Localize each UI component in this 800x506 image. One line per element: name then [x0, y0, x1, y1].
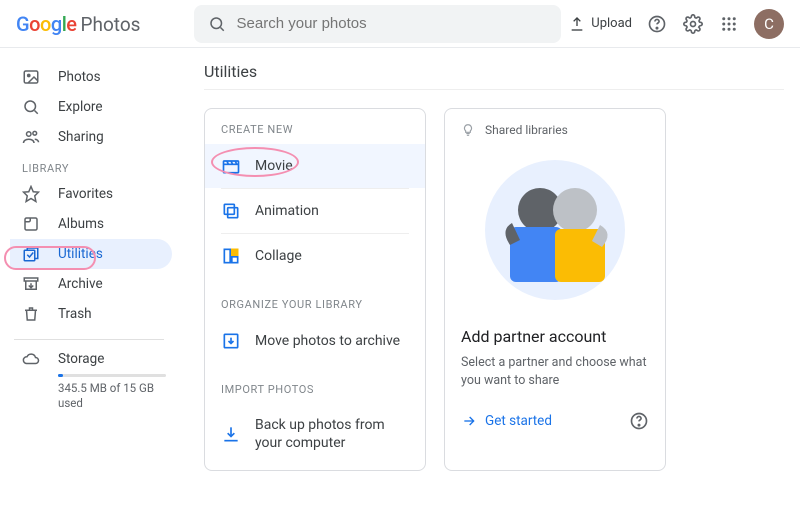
album-icon: [22, 215, 40, 233]
divider: [204, 89, 784, 90]
storage-bar: [58, 374, 166, 377]
archive-move-icon: [221, 331, 241, 351]
archive-icon: [22, 275, 40, 293]
header: Google Photos Upload C: [0, 0, 800, 48]
sidebar-item-label: Sharing: [58, 129, 104, 145]
shared-title: Add partner account: [461, 327, 649, 346]
apps-icon[interactable]: [718, 13, 740, 35]
google-wordmark: Google: [16, 12, 77, 36]
sidebar-item-explore[interactable]: Explore: [10, 92, 172, 122]
product-name: Photos: [81, 13, 141, 36]
sidebar-item-label: Photos: [58, 69, 101, 85]
sidebar-item-trash[interactable]: Trash: [10, 299, 172, 329]
avatar[interactable]: C: [754, 9, 784, 39]
avatar-initial: C: [764, 15, 774, 33]
help-icon[interactable]: [646, 13, 668, 35]
sidebar-item-label: Albums: [58, 216, 104, 232]
sidebar-item-utilities[interactable]: Utilities: [10, 239, 172, 269]
row-label: Move photos to archive: [255, 333, 400, 349]
storage-label: Storage: [58, 351, 104, 367]
sidebar-item-label: Favorites: [58, 186, 113, 202]
search-icon: [206, 13, 226, 35]
create-heading: CREATE NEW: [205, 109, 425, 144]
star-icon: [22, 185, 40, 203]
row-label: Movie: [255, 158, 293, 174]
storage-text: 345.5 MB of 15 GB used: [58, 381, 168, 411]
people-icon: [22, 128, 40, 146]
logo[interactable]: Google Photos: [16, 12, 140, 36]
sidebar-item-sharing[interactable]: Sharing: [10, 122, 172, 152]
cloud-icon: [22, 350, 40, 368]
organize-archive[interactable]: Move photos to archive: [205, 319, 425, 363]
upload-button[interactable]: Upload: [569, 16, 632, 32]
search-bar[interactable]: [194, 5, 561, 43]
help-icon[interactable]: [629, 411, 649, 431]
movie-icon: [221, 156, 241, 176]
image-icon: [22, 68, 40, 86]
upload-label: Upload: [591, 16, 632, 31]
sidebar-item-label: Trash: [58, 306, 92, 322]
row-label: Back up photos from your computer: [255, 416, 409, 452]
create-movie[interactable]: Movie: [205, 144, 425, 188]
organize-heading: ORGANIZE YOUR LIBRARY: [205, 278, 425, 319]
import-backup[interactable]: Back up photos from your computer: [205, 404, 425, 470]
settings-icon[interactable]: [682, 13, 704, 35]
create-animation[interactable]: Animation: [205, 189, 425, 233]
download-icon: [221, 424, 241, 444]
sidebar-item-label: Archive: [58, 276, 103, 292]
animation-icon: [221, 201, 241, 221]
library-section-label: LIBRARY: [10, 152, 172, 179]
import-heading: IMPORT PHOTOS: [205, 363, 425, 404]
utilities-icon: [22, 245, 40, 263]
sidebar-item-label: Utilities: [58, 246, 103, 262]
search-icon: [22, 98, 40, 116]
sidebar-item-albums[interactable]: Albums: [10, 209, 172, 239]
trash-icon: [22, 305, 40, 323]
get-started-link[interactable]: Get started: [461, 413, 552, 429]
row-label: Animation: [255, 203, 319, 219]
row-label: Collage: [255, 248, 302, 264]
page-title: Utilities: [204, 62, 784, 81]
create-card: CREATE NEW Movie Animation Collage ORGAN…: [204, 108, 426, 471]
shared-desc: Select a partner and choose what you wan…: [461, 354, 649, 389]
sidebar: Photos Explore Sharing LIBRARY Favorites…: [0, 48, 176, 506]
search-input[interactable]: [237, 15, 550, 32]
divider: [14, 339, 164, 340]
sidebar-item-photos[interactable]: Photos: [10, 62, 172, 92]
collage-icon: [221, 246, 241, 266]
sidebar-item-label: Explore: [58, 99, 103, 115]
header-actions: Upload C: [569, 9, 784, 39]
main: Utilities CREATE NEW Movie Animation Col…: [176, 48, 800, 506]
shared-libraries-card: Shared libraries: [444, 108, 666, 471]
partner-illustration: [480, 155, 630, 305]
bulb-icon: [461, 123, 475, 137]
storage-section[interactable]: Storage 345.5 MB of 15 GB used: [10, 350, 172, 411]
sidebar-item-archive[interactable]: Archive: [10, 269, 172, 299]
create-collage[interactable]: Collage: [205, 234, 425, 278]
sidebar-item-favorites[interactable]: Favorites: [10, 179, 172, 209]
shared-heading: Shared libraries: [485, 123, 568, 137]
link-label: Get started: [485, 413, 552, 429]
